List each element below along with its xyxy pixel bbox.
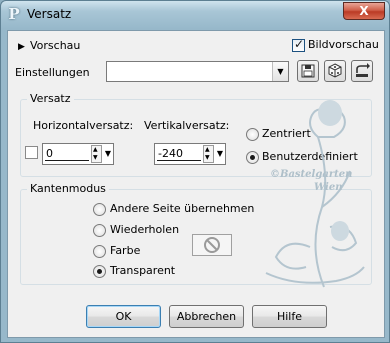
vertical-offset-spinner[interactable]: ▲ ▼: [203, 145, 214, 163]
vertical-offset-dropdown-icon[interactable]: ▼: [215, 145, 225, 163]
vertical-offset-label: Vertikalversatz:: [144, 119, 230, 132]
edge-color-swatch[interactable]: [192, 234, 232, 256]
image-preview-checkbox[interactable]: ✓: [292, 37, 305, 52]
dialog-window: P Versatz X ▶ Vorschau ✓ Bildvorschau Ei…: [0, 0, 390, 343]
expand-arrow-icon[interactable]: ▶: [18, 40, 25, 54]
vertical-offset-value: -240: [158, 147, 183, 160]
radio-wrap-label[interactable]: Andere Seite übernehmen: [110, 202, 254, 216]
horizontal-offset-field[interactable]: 0 ▲ ▼ ▼: [42, 143, 114, 165]
checkmark-icon: ✓: [294, 37, 305, 51]
radio-repeat[interactable]: [93, 224, 106, 237]
edge-mode-group-title: Kantenmodus: [27, 182, 109, 196]
horizontal-offset-spinner[interactable]: ▲ ▼: [91, 145, 102, 163]
spin-up-icon[interactable]: ▲: [205, 146, 210, 154]
spin-down-icon[interactable]: ▼: [93, 154, 98, 162]
field-underline: [45, 160, 89, 161]
watermark-line-1: ©Bastelgarten: [270, 169, 353, 180]
settings-dropdown[interactable]: ▼: [106, 61, 289, 82]
help-button[interactable]: Hilfe: [252, 305, 327, 328]
image-preview-label[interactable]: Bildvorschau: [308, 38, 379, 52]
watermark-line-2: Wien: [314, 182, 343, 193]
save-preset-button[interactable]: [297, 60, 319, 82]
no-color-icon: [204, 237, 220, 253]
reset-button[interactable]: [351, 60, 373, 82]
settings-label: Einstellungen: [15, 66, 90, 79]
cancel-button[interactable]: Abbrechen: [169, 305, 244, 328]
close-button[interactable]: X: [343, 2, 385, 20]
chevron-down-icon[interactable]: ▼: [272, 62, 288, 81]
horizontal-offset-dropdown-icon[interactable]: ▼: [103, 145, 113, 163]
link-offsets-checkbox[interactable]: [25, 146, 38, 159]
floppy-disk-icon: [301, 64, 315, 78]
dialog-content: ▶ Vorschau ✓ Bildvorschau Einstellungen …: [7, 30, 385, 338]
app-icon: P: [8, 5, 20, 23]
radio-wrap[interactable]: [93, 203, 106, 216]
radio-color[interactable]: [93, 245, 106, 258]
title-bar[interactable]: P Versatz X: [1, 1, 389, 29]
radio-transparent[interactable]: [93, 265, 106, 278]
preview-toggle-label[interactable]: Vorschau: [30, 39, 80, 53]
window-title: Versatz: [27, 7, 72, 21]
radio-transparent-label[interactable]: Transparent: [110, 264, 175, 278]
dice-icon: [328, 63, 342, 78]
horizontal-offset-label: Horizontalversatz:: [33, 119, 134, 132]
horizontal-offset-value: 0: [46, 147, 53, 160]
randomize-button[interactable]: [324, 60, 346, 82]
radio-repeat-label[interactable]: Wiederholen: [110, 223, 179, 237]
radio-color-label[interactable]: Farbe: [110, 244, 140, 258]
ok-button[interactable]: OK: [86, 305, 161, 328]
spin-up-icon[interactable]: ▲: [93, 146, 98, 154]
offset-group-title: Versatz: [27, 92, 74, 106]
undo-arrow-icon: [356, 63, 370, 77]
spin-down-icon[interactable]: ▼: [205, 154, 210, 162]
vertical-offset-field[interactable]: -240 ▲ ▼ ▼: [154, 143, 226, 165]
flower-watermark-icon: [265, 100, 365, 288]
field-underline: [157, 160, 201, 161]
